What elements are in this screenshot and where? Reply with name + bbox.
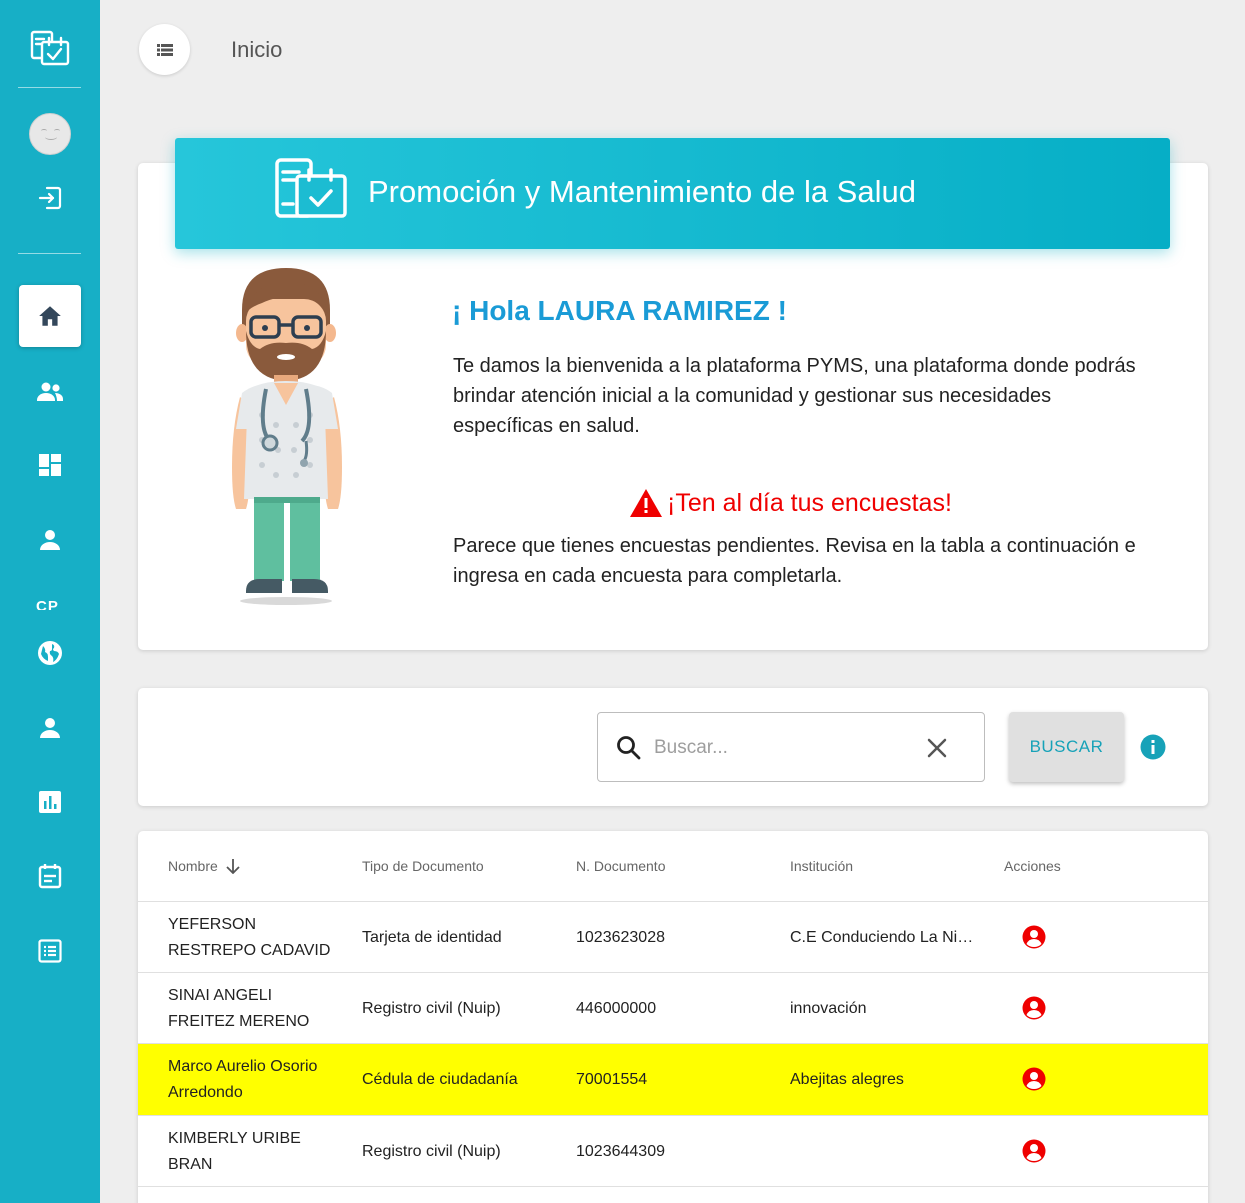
sidebar-divider [18, 87, 81, 88]
banner-title: Promoción y Mantenimiento de la Salud [368, 174, 916, 209]
header-banner: Promoción y Mantenimiento de la Salud [175, 138, 1170, 249]
search-icon [617, 736, 641, 760]
list-view-icon [156, 43, 173, 56]
cell-doc-number: 1023623028 [576, 929, 665, 946]
bar-chart-icon [39, 791, 61, 813]
sidebar: CP [0, 0, 100, 1203]
sidebar-item-person[interactable] [0, 526, 100, 554]
arrow-down-icon [226, 859, 240, 874]
user-survey-icon[interactable] [1022, 925, 1046, 949]
cell-institution: innovación [790, 1000, 867, 1017]
warning-icon [630, 489, 662, 517]
cell-institution: C.E Conduciendo La Ni… [790, 929, 974, 946]
globe-icon [38, 641, 62, 665]
person-icon [40, 718, 60, 738]
login-icon[interactable] [0, 184, 100, 212]
cell-doc-number: 446000000 [576, 1000, 657, 1017]
column-header-institution[interactable]: Institución [790, 858, 853, 874]
sidebar-cp-label: CP [36, 598, 59, 610]
user-survey-icon[interactable] [1022, 1067, 1046, 1091]
list-icon [38, 939, 62, 963]
alert-text: Parece que tienes encuestas pendientes. … [453, 535, 1136, 587]
person-icon [40, 530, 60, 550]
sidebar-item-calendar[interactable] [0, 862, 100, 890]
sidebar-divider [18, 253, 81, 254]
table-row[interactable]: YEFERSON RESTREPO CADAVID Tarjeta de iden… [138, 901, 1208, 973]
cell-doc-number: 70001554 [576, 1071, 648, 1088]
welcome-intro-text: Te damos la bienvenida a la plataforma P… [453, 355, 1136, 437]
cell-doc-type: Cédula de ciudadanía [362, 1071, 518, 1088]
cell-name: YEFERSON RESTREPO CADAVID [168, 916, 331, 959]
sidebar-item-home[interactable] [19, 285, 81, 347]
cell-name: Marco Aurelio Osorio Arredondo [168, 1058, 318, 1101]
table-row-highlighted[interactable]: Marco Aurelio Osorio Arredondo Cédula de … [138, 1043, 1208, 1115]
sidebar-item-globe[interactable] [0, 639, 100, 667]
user-survey-icon[interactable] [1022, 1139, 1046, 1163]
sidebar-item-people[interactable] [0, 378, 100, 406]
menu-toggle-button[interactable] [139, 24, 190, 75]
page-title: Inicio [231, 37, 283, 62]
search-button[interactable]: BUSCAR [1009, 712, 1124, 782]
cell-institution: Abejitas alegres [790, 1071, 904, 1088]
surveys-alert: ¡Ten al día tus encuestas! [629, 488, 952, 518]
user-survey-icon[interactable] [1022, 996, 1046, 1020]
calendar-icon [38, 864, 62, 889]
cell-doc-type: Tarjeta de identidad [362, 929, 502, 946]
column-header-actions: Acciones [1004, 858, 1061, 874]
search-box [597, 712, 985, 782]
table-row[interactable]: SINAI ANGELI FREITEZ MERENO Registro civi… [138, 972, 1208, 1044]
app-logo-icon[interactable] [0, 27, 100, 71]
alert-title: ¡Ten al día tus encuestas! [667, 489, 952, 517]
column-header-name-label: Nombre [168, 858, 218, 874]
column-header-name[interactable]: Nombre [168, 858, 241, 874]
user-avatar[interactable] [0, 112, 100, 156]
cell-name: SINAI ANGELI FREITEZ MERENO [168, 987, 310, 1030]
doctor-illustration [222, 265, 352, 615]
dashboard-icon [39, 454, 61, 476]
sidebar-item-stats[interactable] [0, 788, 100, 816]
cell-doc-number: 1023644309 [576, 1143, 665, 1160]
cell-name: KIMBERLY URIBE BRAN [168, 1130, 301, 1173]
cell-doc-type: Registro civil (Nuip) [362, 1143, 501, 1160]
search-input[interactable] [654, 733, 914, 763]
column-header-doc-type[interactable]: Tipo de Documento [362, 858, 484, 874]
home-icon [39, 306, 61, 326]
sidebar-item-person-2[interactable] [0, 714, 100, 742]
sidebar-item-dashboard[interactable] [0, 451, 100, 479]
column-header-doc-number[interactable]: N. Documento [576, 858, 665, 874]
sidebar-item-list[interactable] [0, 937, 100, 965]
cell-doc-type: Registro civil (Nuip) [362, 1000, 501, 1017]
close-icon[interactable] [926, 737, 948, 759]
avatar [29, 113, 71, 155]
info-icon[interactable] [1140, 734, 1166, 760]
people-icon [37, 382, 63, 401]
greeting-heading: ¡ Hola LAURA RAMIREZ ! [452, 295, 787, 326]
table-row[interactable]: KIMBERLY URIBE BRAN Registro civil (Nuip)… [138, 1115, 1208, 1187]
clipboard-calendar-icon [273, 154, 349, 233]
